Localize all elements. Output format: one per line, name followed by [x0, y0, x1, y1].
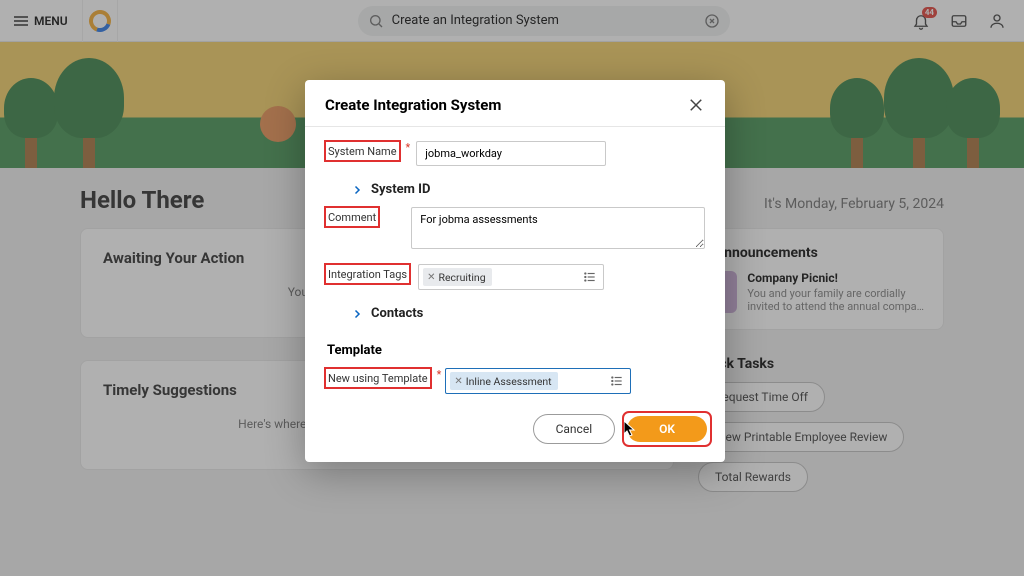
- integration-tags-label: Integration Tags: [325, 264, 410, 284]
- remove-template-icon[interactable]: ✕: [454, 376, 462, 387]
- integration-tags-input[interactable]: ✕ Recruiting: [418, 264, 604, 290]
- contacts-label: Contacts: [371, 306, 423, 321]
- cancel-button[interactable]: Cancel: [533, 414, 616, 444]
- required-marker: *: [406, 141, 411, 154]
- create-integration-modal: Create Integration System System Name * …: [305, 80, 725, 462]
- list-icon[interactable]: [583, 270, 597, 284]
- required-marker: *: [437, 368, 442, 381]
- comment-input[interactable]: [411, 207, 705, 249]
- remove-tag-icon[interactable]: ✕: [427, 272, 435, 283]
- tag-pill[interactable]: ✕ Recruiting: [423, 268, 492, 286]
- system-id-label: System ID: [371, 182, 430, 197]
- chevron-right-icon: [351, 184, 363, 196]
- template-pill[interactable]: ✕ Inline Assessment: [450, 372, 557, 390]
- close-icon[interactable]: [687, 96, 705, 114]
- modal-title: Create Integration System: [325, 96, 501, 114]
- system-name-input[interactable]: [416, 141, 606, 166]
- contacts-expander[interactable]: Contacts: [325, 302, 705, 331]
- comment-label: Comment: [325, 207, 379, 227]
- template-input[interactable]: ✕ Inline Assessment: [445, 368, 631, 394]
- system-name-label: System Name: [325, 141, 400, 161]
- system-id-expander[interactable]: System ID: [325, 178, 705, 207]
- tag-text: Recruiting: [439, 271, 486, 284]
- ok-button[interactable]: OK: [627, 416, 707, 442]
- template-text: Inline Assessment: [466, 375, 552, 388]
- list-icon[interactable]: [610, 374, 624, 388]
- new-using-template-label: New using Template: [325, 368, 431, 388]
- chevron-right-icon: [351, 308, 363, 320]
- template-section-title: Template: [327, 343, 705, 358]
